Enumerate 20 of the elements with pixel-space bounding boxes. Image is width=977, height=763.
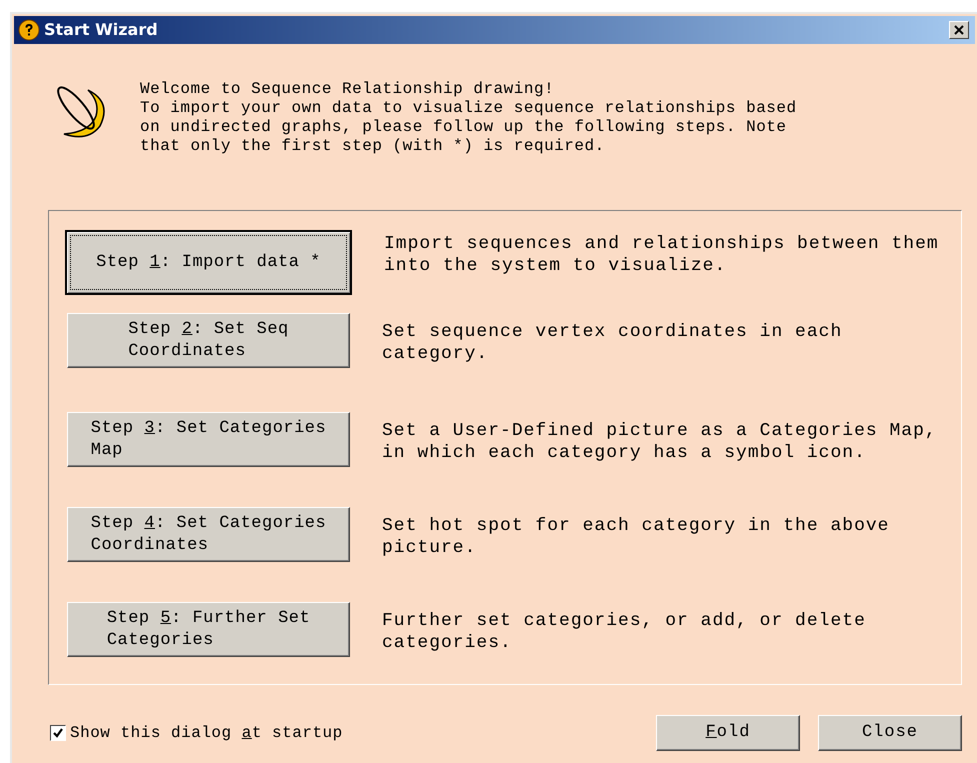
step-description: Set hot spot for each category in the above picture. — [382, 515, 890, 559]
step-description: Further set categories, or add, or delete categories. — [382, 610, 867, 654]
step-button[interactable]: Step 5: Further Set Categories — [67, 602, 350, 657]
step-button[interactable]: Step 2: Set Seq Coordinates — [67, 313, 350, 368]
step-description: Import sequences and relationships between them into the system to visualize. — [384, 233, 940, 277]
step-description: Set sequence vertex coordinates in each category. — [382, 321, 844, 365]
checkbox-label: Show this dialog at startup — [70, 723, 343, 744]
close-icon — [954, 25, 964, 35]
step-description: Set a User-Defined picture as a Categories Map, in which each category has a symbol icon. — [382, 420, 938, 464]
step-button[interactable]: Step 3: Set Categories Map — [67, 412, 350, 467]
dialog-button[interactable]: Fold — [656, 715, 800, 751]
welcome-text: To import your own data to visualize sequence relationships based on undirected graphs, please follow up the following steps. Note that only the first step (with *) is required. — [140, 99, 798, 156]
help-icon — [18, 19, 40, 41]
step-button[interactable]: Step 4: Set Categories Coordinates — [67, 507, 350, 562]
close-button[interactable] — [949, 21, 969, 39]
dialog-button[interactable]: Close — [818, 715, 962, 751]
window-title: Start Wizard — [44, 19, 158, 41]
step-button[interactable]: Step 1: Import data * — [65, 230, 352, 295]
welcome-heading: Welcome to Sequence Relationship drawing! — [140, 80, 556, 99]
startup-checkbox[interactable] — [50, 725, 66, 741]
